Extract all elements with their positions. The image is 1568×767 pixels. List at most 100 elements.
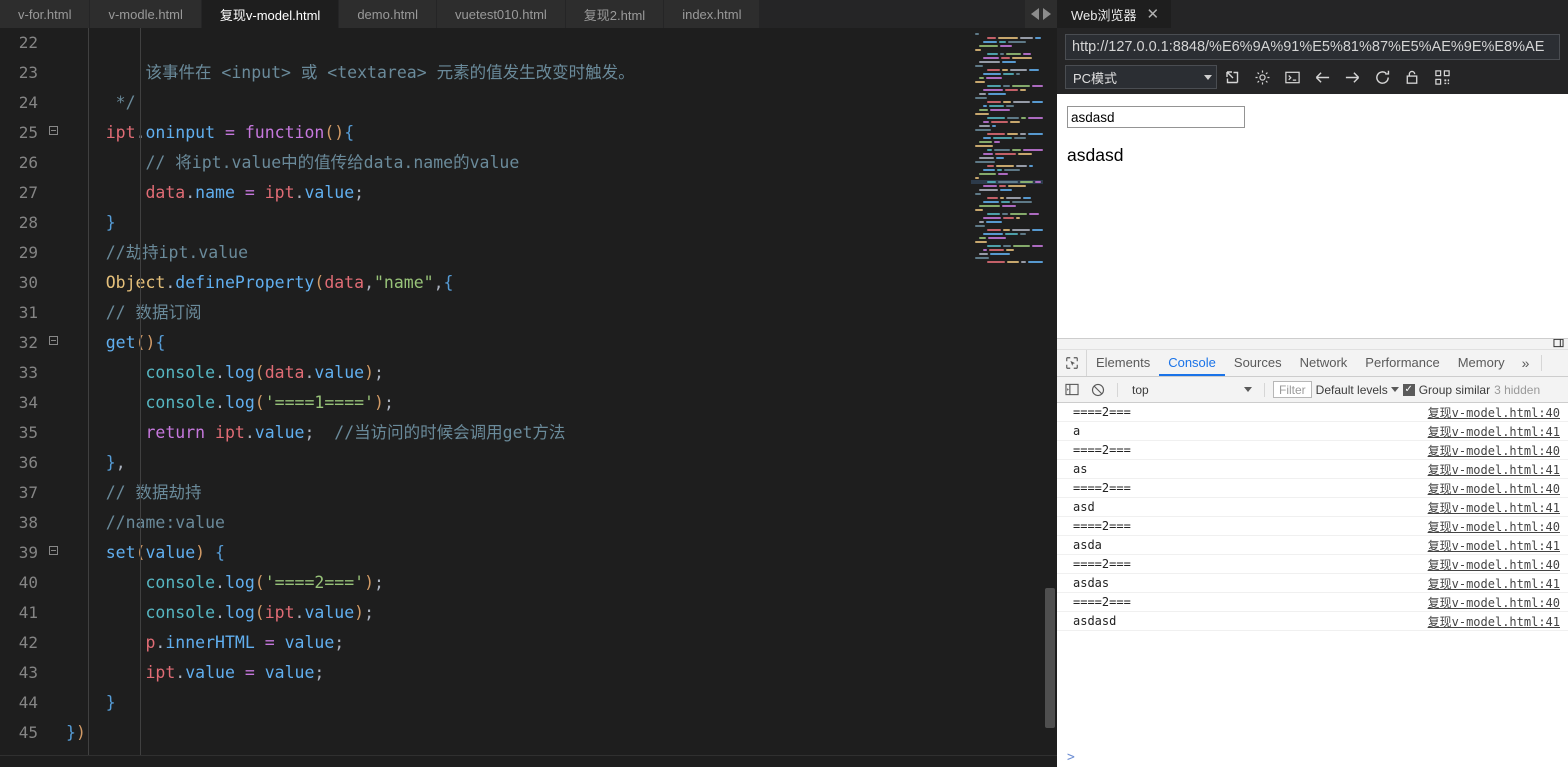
code-line-text: ipt.oninput = function(){ — [105, 123, 355, 142]
console-source-link[interactable]: 复现v-model.html:41 — [1428, 461, 1568, 478]
editor-horizontal-scrollbar[interactable] — [0, 755, 1057, 767]
editor-tab[interactable]: index.html — [664, 0, 761, 28]
code-minimap[interactable] — [971, 28, 1043, 755]
editor-tab[interactable]: v-modle.html — [90, 0, 202, 28]
console-message-row[interactable]: ====2=== 复现v-model.html:40 — [1057, 403, 1568, 422]
code-line[interactable]: 32 get(){ — [0, 328, 971, 358]
code-line[interactable]: 23 该事件在 <input> 或 <textarea> 元素的值发生改变时触发… — [0, 58, 971, 88]
code-line[interactable]: 38 //name:value — [0, 508, 971, 538]
console-prompt[interactable]: > — [1057, 747, 1568, 767]
console-message-row[interactable]: asda 复现v-model.html:41 — [1057, 536, 1568, 555]
reload-icon[interactable] — [1367, 65, 1397, 89]
code-editor[interactable]: 22 23 该事件在 <input> 或 <textarea> 元素的值发生改变时… — [0, 28, 971, 755]
scrollbar-thumb[interactable] — [1045, 588, 1055, 728]
console-message-row[interactable]: ====2=== 复现v-model.html:40 — [1057, 479, 1568, 498]
code-line[interactable]: 24 */ — [0, 88, 971, 118]
console-message-row[interactable]: as 复现v-model.html:41 — [1057, 460, 1568, 479]
editor-tab[interactable]: demo.html — [339, 0, 438, 28]
code-line[interactable]: 45}) — [0, 718, 971, 748]
indent-guide — [88, 28, 89, 755]
code-line[interactable]: 25 ipt.oninput = function(){ — [0, 118, 971, 148]
code-line[interactable]: 36 }, — [0, 448, 971, 478]
code-line[interactable]: 27 data.name = ipt.value; — [0, 178, 971, 208]
code-line[interactable]: 33 console.log(data.value); — [0, 358, 971, 388]
editor-vertical-scrollbar[interactable] — [1043, 28, 1057, 755]
console-message-list[interactable]: ====2=== 复现v-model.html:40 a 复现v-model.html… — [1057, 403, 1568, 747]
forward-arrow-icon[interactable] — [1337, 65, 1367, 89]
code-line[interactable]: 31 // 数据订阅 — [0, 298, 971, 328]
editor-tab[interactable]: 复现v-model.html — [201, 0, 340, 28]
console-source-link[interactable]: 复现v-model.html:40 — [1428, 442, 1568, 459]
log-levels-select[interactable]: Default levels — [1316, 383, 1399, 397]
inspect-element-icon[interactable] — [1057, 350, 1087, 376]
console-message-row[interactable]: ====2=== 复现v-model.html:40 — [1057, 593, 1568, 612]
url-input[interactable]: http://127.0.0.1:8848/%E6%9A%91%E5%81%87… — [1065, 34, 1560, 60]
code-line[interactable]: 35 return ipt.value; //当访问的时候会调用get方法 — [0, 418, 971, 448]
code-line[interactable]: 43 ipt.value = value; — [0, 658, 971, 688]
devtools-tab-elements[interactable]: Elements — [1087, 350, 1159, 376]
triangle-right-icon[interactable] — [1043, 8, 1051, 20]
editor-tab[interactable]: v-for.html — [0, 0, 91, 28]
fold-collapse-icon[interactable] — [44, 538, 62, 568]
triangle-left-icon[interactable] — [1031, 8, 1039, 20]
chevron-double-right-icon[interactable]: » — [1514, 350, 1538, 376]
console-message-row[interactable]: asdas 复现v-model.html:41 — [1057, 574, 1568, 593]
page-text-input[interactable] — [1067, 106, 1245, 128]
console-source-link[interactable]: 复现v-model.html:40 — [1428, 594, 1568, 611]
code-line[interactable]: 28 } — [0, 208, 971, 238]
code-line[interactable]: 22 — [0, 28, 971, 58]
gear-icon[interactable] — [1247, 65, 1277, 89]
devtools-tab-sources[interactable]: Sources — [1225, 350, 1291, 376]
console-source-link[interactable]: 复现v-model.html:41 — [1428, 575, 1568, 592]
code-line[interactable]: 26 // 将ipt.value中的值传给data.name的value — [0, 148, 971, 178]
code-line[interactable]: 37 // 数据劫持 — [0, 478, 971, 508]
console-sidebar-icon[interactable] — [1061, 380, 1083, 400]
code-line-text: Object.defineProperty(data,"name",{ — [105, 273, 454, 292]
close-icon[interactable]: ✕ — [1147, 7, 1160, 22]
console-message-row[interactable]: ====2=== 复现v-model.html:40 — [1057, 555, 1568, 574]
code-line[interactable]: 39 set(value) { — [0, 538, 971, 568]
console-source-link[interactable]: 复现v-model.html:40 — [1428, 480, 1568, 497]
console-message-row[interactable]: asd 复现v-model.html:41 — [1057, 498, 1568, 517]
code-line[interactable]: 29 //劫持ipt.value — [0, 238, 971, 268]
device-mode-select[interactable]: PC模式 — [1065, 65, 1217, 89]
code-line[interactable]: 42 p.innerHTML = value; — [0, 628, 971, 658]
devtools-tab-performance[interactable]: Performance — [1356, 350, 1448, 376]
devtools-tab-memory[interactable]: Memory — [1449, 350, 1514, 376]
code-line[interactable]: 41 console.log(ipt.value); — [0, 598, 971, 628]
back-arrow-icon[interactable] — [1307, 65, 1337, 89]
code-line[interactable]: 44 } — [0, 688, 971, 718]
console-source-link[interactable]: 复现v-model.html:41 — [1428, 537, 1568, 554]
console-source-link[interactable]: 复现v-model.html:41 — [1428, 499, 1568, 516]
console-message-row[interactable]: ====2=== 复现v-model.html:40 — [1057, 517, 1568, 536]
console-message-row[interactable]: ====2=== 复现v-model.html:40 — [1057, 441, 1568, 460]
editor-tab[interactable]: vuetest010.html — [437, 0, 566, 28]
browser-tab[interactable]: Web浏览器 ✕ — [1057, 0, 1172, 28]
device-mode-label: PC模式 — [1073, 70, 1118, 86]
console-context-select[interactable]: top — [1126, 383, 1256, 397]
console-source-link[interactable]: 复现v-model.html:40 — [1428, 518, 1568, 535]
devtools-tab-console[interactable]: Console — [1159, 350, 1225, 376]
fold-collapse-icon[interactable] — [44, 118, 62, 148]
code-line[interactable]: 40 console.log('====2==='); — [0, 568, 971, 598]
devtools-tab-network[interactable]: Network — [1291, 350, 1357, 376]
qr-code-icon[interactable] — [1427, 65, 1457, 89]
line-number: 39 — [18, 543, 38, 562]
code-line[interactable]: 34 console.log('====1===='); — [0, 388, 971, 418]
clear-console-icon[interactable] — [1087, 380, 1109, 400]
console-source-link[interactable]: 复现v-model.html:40 — [1428, 556, 1568, 573]
console-source-link[interactable]: 复现v-model.html:40 — [1428, 404, 1568, 421]
fold-collapse-icon[interactable] — [44, 328, 62, 358]
code-line[interactable]: 30 Object.defineProperty(data,"name",{ — [0, 268, 971, 298]
editor-tab[interactable]: 复现2.html — [565, 0, 665, 28]
console-message-row[interactable]: a 复现v-model.html:41 — [1057, 422, 1568, 441]
console-source-link[interactable]: 复现v-model.html:41 — [1428, 423, 1568, 440]
console-filter-input[interactable]: Filter — [1273, 381, 1312, 398]
terminal-icon[interactable] — [1277, 65, 1307, 89]
group-similar-checkbox[interactable]: ✓ — [1402, 383, 1415, 396]
console-context-label: top — [1132, 382, 1149, 397]
lock-icon[interactable] — [1397, 65, 1427, 89]
open-external-icon[interactable] — [1217, 65, 1247, 89]
console-source-link[interactable]: 复现v-model.html:41 — [1428, 613, 1568, 630]
console-message-row[interactable]: asdasd 复现v-model.html:41 — [1057, 612, 1568, 631]
